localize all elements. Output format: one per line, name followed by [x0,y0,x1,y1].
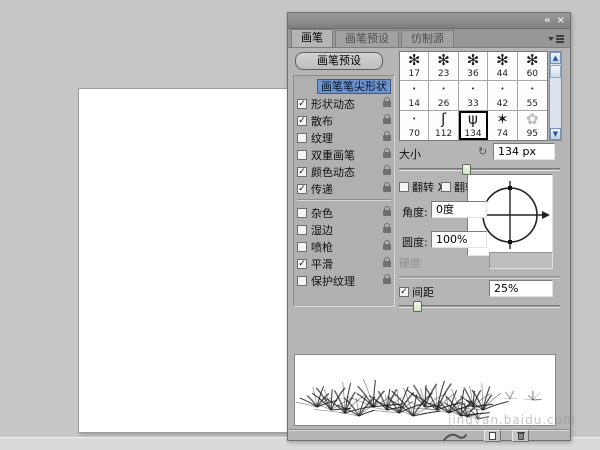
lock-icon[interactable] [383,101,391,107]
new-brush-button[interactable] [484,430,501,442]
brush-stroke-icon[interactable] [443,431,467,442]
list-item-wet-edges[interactable]: 湿边 [294,221,394,238]
checkbox[interactable]: ✓ [297,167,307,177]
brush-thumb[interactable]: •42 [488,81,517,110]
selected-item-label: 画笔笔尖形状 [317,79,391,94]
brush-options-list: 画笔笔尖形状 ✓ 形状动态 ✓ 散布 纹理 双重画笔 [293,75,395,307]
brush-thumb[interactable]: ✶74 [488,111,517,140]
panel-body: 画笔预设 画笔笔尖形状 ✓ 形状动态 ✓ 散布 纹理 [288,49,570,440]
size-slider[interactable] [399,168,560,171]
checkbox[interactable] [297,242,307,252]
hardness-label: 硬度 [399,255,421,271]
size-field[interactable]: 134 px [493,143,555,160]
lock-icon[interactable] [383,135,391,141]
brush-thumbnail-grid: ✻17 ✻23 ✻36 ✻44 ✻60 •14 •26 •33 •42 •55 … [399,51,548,141]
scroll-down-icon[interactable]: ▼ [550,128,561,140]
spacing-field[interactable]: 25% [489,280,553,297]
scrollbar-thumb[interactable] [550,65,561,78]
close-panel-icon[interactable]: × [557,16,565,26]
panel-footer [288,429,570,442]
list-item-smoothing[interactable]: ✓ 平滑 [294,255,394,272]
spacing-checkbox[interactable]: ✓ 间距 [399,284,434,300]
list-divider [297,199,391,201]
lock-icon[interactable] [383,227,391,233]
panel-menu-icon[interactable] [548,34,564,44]
tab-brush[interactable]: 画笔 [291,29,333,47]
hardness-field [489,252,553,269]
list-item-color-dynamics[interactable]: ✓ 颜色动态 [294,163,394,180]
checkbox[interactable]: ✓ [297,116,307,126]
lock-icon[interactable] [383,278,391,284]
flip-x-checkbox[interactable]: 翻转 X [399,179,445,195]
trash-icon [518,433,524,440]
brush-thumb[interactable]: •70 [400,111,429,140]
list-item-noise[interactable]: 杂色 [294,204,394,221]
scroll-up-icon[interactable]: ▲ [550,52,561,64]
list-item-airbrush[interactable]: 喷枪 [294,238,394,255]
brush-thumb[interactable]: ✻17 [400,52,429,81]
lock-icon[interactable] [383,118,391,124]
brush-thumb[interactable]: ʃ112 [429,111,458,140]
brush-thumb[interactable]: •14 [400,81,429,110]
brush-thumb[interactable]: ✻60 [518,52,547,81]
checkbox[interactable] [297,276,307,286]
roundness-label: 圆度: [402,234,428,250]
panel-tabbar: 画笔 画笔预设 仿制源 [288,29,570,48]
spacing-slider[interactable] [399,305,560,308]
hardness-slider [399,276,560,279]
checkbox[interactable]: ✓ [297,99,307,109]
list-item-brush-tip-shape[interactable]: 画笔笔尖形状 [294,78,394,95]
brush-thumb[interactable]: ✻44 [488,52,517,81]
checkbox[interactable] [297,208,307,218]
tab-brush-presets[interactable]: 画笔预设 [335,30,399,47]
delete-brush-button[interactable] [512,430,529,442]
brush-thumb[interactable]: •33 [459,81,488,110]
checkbox[interactable] [297,225,307,235]
lock-icon[interactable] [383,169,391,175]
checkbox[interactable] [297,150,307,160]
lock-icon[interactable] [383,186,391,192]
brush-thumb[interactable]: ✻36 [459,52,488,81]
list-item-shape-dynamics[interactable]: ✓ 形状动态 [294,95,394,112]
list-item-transfer[interactable]: ✓ 传递 [294,180,394,197]
lock-icon[interactable] [383,152,391,158]
reset-icon[interactable]: ↻ [478,145,487,158]
brush-presets-button[interactable]: 画笔预设 [295,52,383,70]
tab-clone-source[interactable]: 仿制源 [401,30,454,47]
list-item-dual-brush[interactable]: 双重画笔 [294,146,394,163]
brush-thumb[interactable]: •26 [429,81,458,110]
lock-icon[interactable] [383,261,391,267]
brushes-panel: « × 画笔 画笔预设 仿制源 画笔预设 画笔笔尖形状 ✓ 形状动态 ✓ 散布 [287,12,571,441]
checkbox[interactable] [297,133,307,143]
grid-scrollbar[interactable]: ▲ ▼ [549,51,562,141]
list-item-texture[interactable]: 纹理 [294,129,394,146]
brush-thumb[interactable]: ✿95 [518,111,547,140]
angle-label: 角度: [402,204,428,220]
roundness-field[interactable]: 100% [431,231,487,248]
angle-field[interactable]: 0度 [431,201,487,218]
brush-thumb-selected[interactable]: ψ134 [459,111,488,140]
list-item-protect-texture[interactable]: 保护纹理 [294,272,394,289]
checkbox[interactable]: ✓ [297,259,307,269]
lock-icon[interactable] [383,210,391,216]
collapse-panel-icon[interactable]: « [544,16,550,26]
brush-thumb[interactable]: •55 [518,81,547,110]
checkbox[interactable]: ✓ [297,184,307,194]
document-canvas[interactable] [78,88,290,433]
lock-icon[interactable] [383,244,391,250]
size-label: 大小 [399,146,421,162]
brush-thumb[interactable]: ✻23 [429,52,458,81]
new-page-icon [489,432,496,440]
panel-titlebar[interactable]: « × [288,13,570,29]
list-item-scattering[interactable]: ✓ 散布 [294,112,394,129]
watermark: jingyan.baidu.com [448,413,576,427]
spacing-slider-thumb[interactable] [413,301,422,312]
